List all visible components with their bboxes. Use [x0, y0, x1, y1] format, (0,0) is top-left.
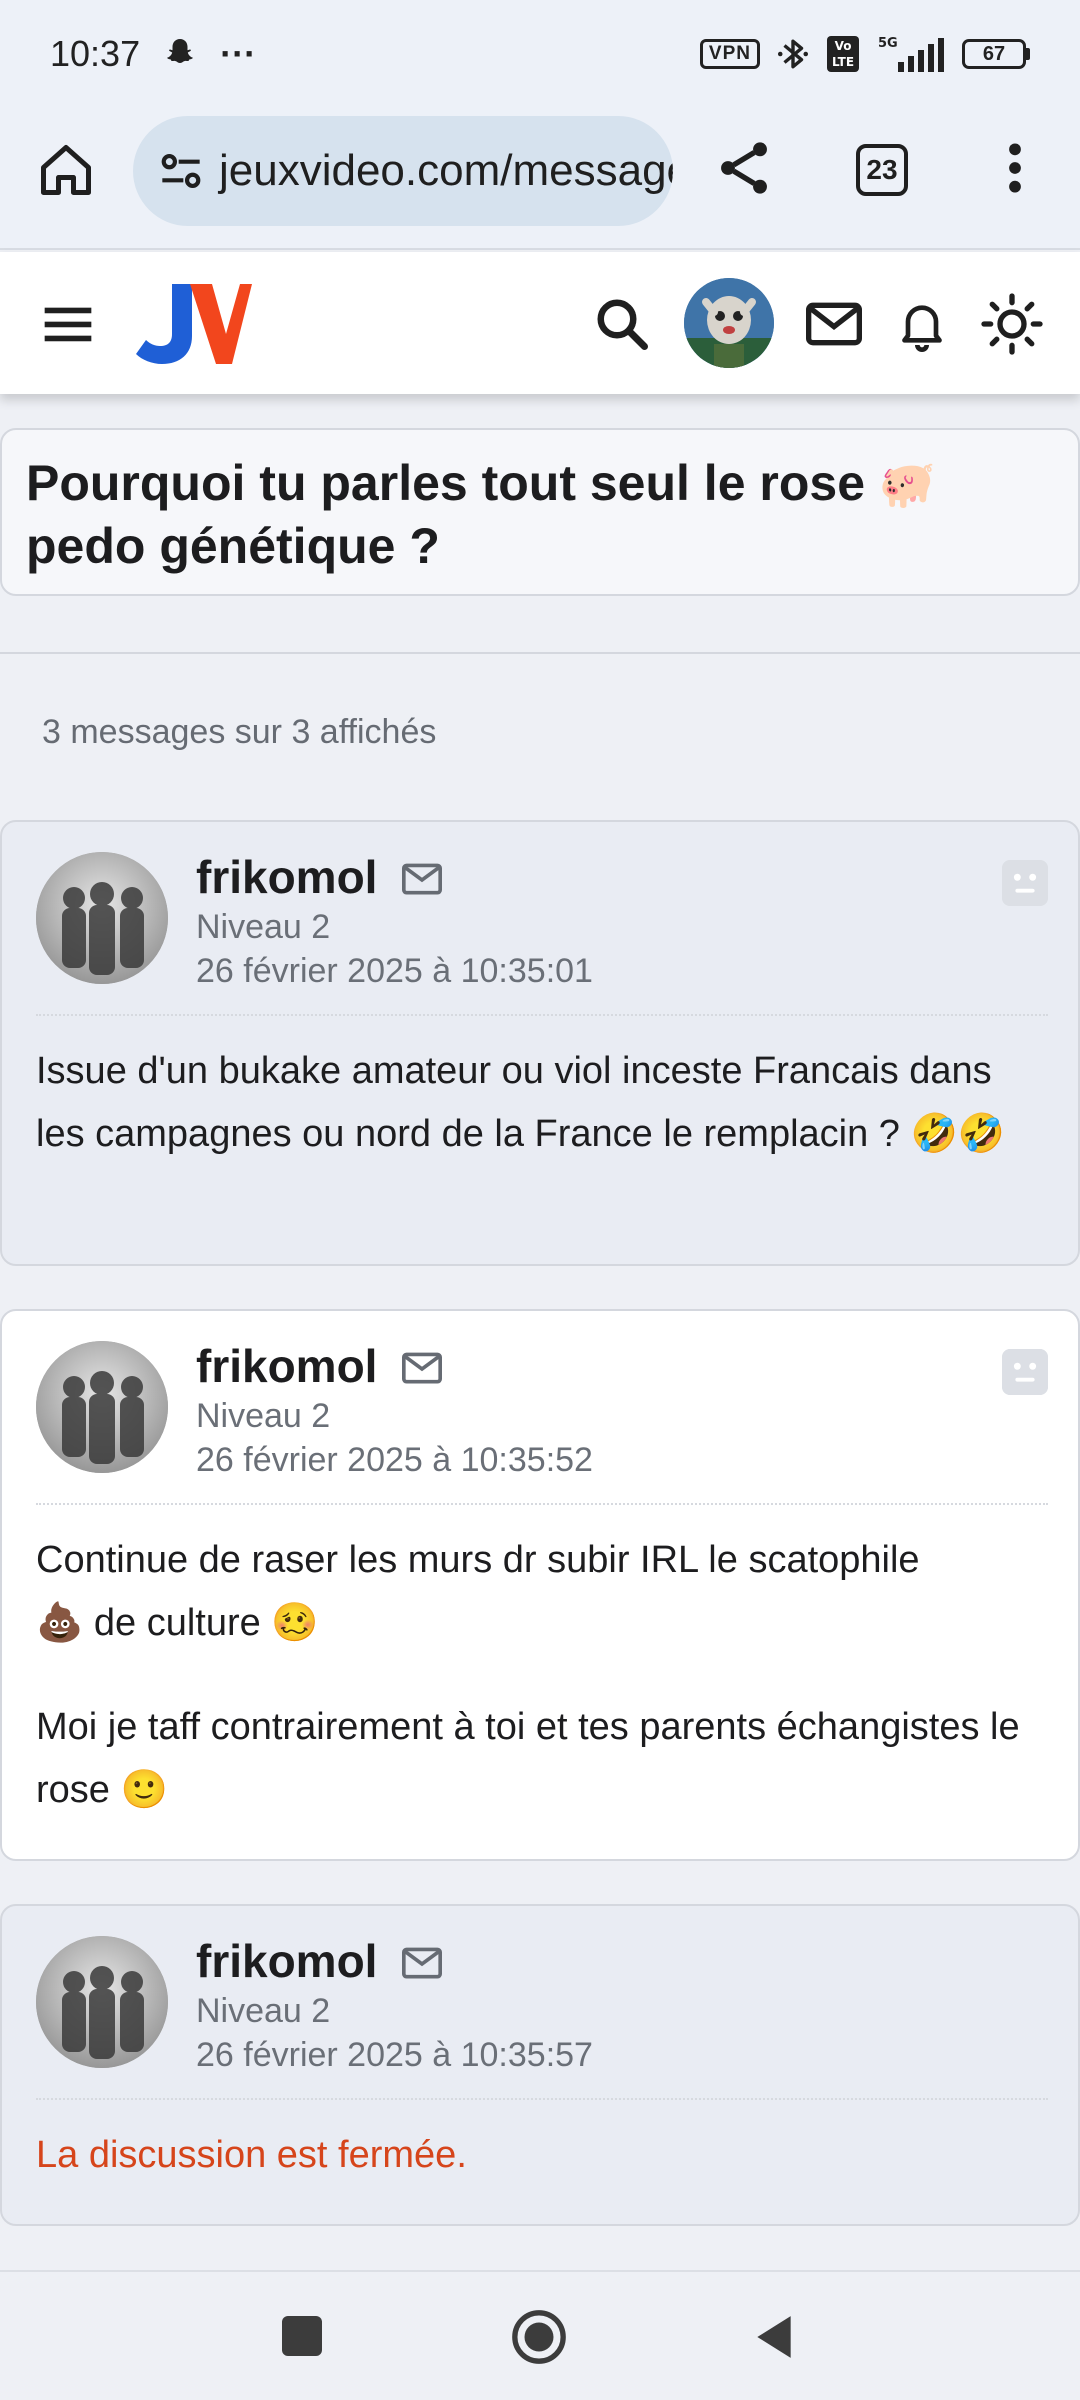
site-header — [0, 252, 1080, 394]
avatar[interactable] — [36, 852, 168, 984]
bell-icon[interactable] — [894, 292, 950, 356]
author-name[interactable]: frikomol — [196, 1339, 377, 1393]
avatar-image — [36, 852, 168, 984]
author-name[interactable]: frikomol — [196, 1934, 377, 1988]
author-level: Niveau 2 — [196, 908, 331, 946]
message-paragraph: Issue d'un bukake amateur ou viol incest… — [36, 1040, 1048, 1165]
message-text: Issue d'un bukake amateur ou viol incest… — [36, 1050, 992, 1155]
battery-tip — [1026, 48, 1030, 60]
message-paragraph: Moi je taff contrairement à toi et tes p… — [36, 1696, 1048, 1821]
message-card: frikomol Niveau 2 26 février 2025 à 10:3… — [0, 1309, 1080, 1861]
status-bar-left: 10:37 ··· — [50, 33, 256, 75]
author-name[interactable]: frikomol — [196, 850, 377, 904]
message-card: frikomol Niveau 2 26 février 2025 à 10:3… — [0, 1904, 1080, 2226]
author-level: Niveau 2 — [196, 1992, 331, 2030]
message-divider — [36, 1503, 1048, 1505]
site-info-icon[interactable] — [153, 143, 209, 199]
message-body: Continue de raser les murs dr subir IRL … — [36, 1529, 1048, 1821]
system-nav-bar — [0, 2270, 1080, 2400]
user-avatar[interactable] — [684, 278, 774, 368]
avatar[interactable] — [36, 1341, 168, 1473]
message-card: frikomol Niveau 2 26 février 2025 à 10:3… — [0, 820, 1080, 1266]
pig-emoji: 🐖 — [878, 457, 937, 511]
svg-text:Vo: Vo — [835, 39, 852, 53]
search-icon[interactable] — [592, 294, 652, 354]
rofl-emoji: 🤣🤣 — [910, 1111, 1006, 1155]
status-bar-right: VPN Vo LTE 5G 67 — [699, 34, 1030, 74]
smile-emoji: 🙂 — [120, 1767, 168, 1811]
recents-button[interactable] — [282, 2316, 322, 2356]
avatar-image — [36, 1936, 168, 2068]
woozy-emoji: 🥴 — [271, 1600, 319, 1644]
battery-icon: 67 — [962, 39, 1030, 69]
message-count: 3 messages sur 3 affichés — [42, 713, 437, 751]
tabs-icon[interactable]: 23 — [856, 144, 908, 196]
menu-icon[interactable] — [40, 296, 96, 352]
title-text: Pourquoi tu parles tout seul le rose — [26, 455, 866, 511]
message-divider — [36, 2098, 1048, 2100]
status-time: 10:37 — [50, 33, 141, 74]
message-date[interactable]: 26 février 2025 à 10:35:57 — [196, 2036, 593, 2075]
report-icon[interactable] — [1002, 1349, 1048, 1395]
sun-icon[interactable] — [980, 292, 1044, 356]
url-text[interactable]: jeuxvideo.com/messages — [219, 146, 673, 196]
poop-emoji: 💩 — [36, 1600, 84, 1644]
page-title: Pourquoi tu parles tout seul le rose 🐖 p… — [26, 452, 1054, 577]
status-more: ··· — [220, 33, 257, 74]
battery-level: 67 — [962, 39, 1026, 69]
volte-icon: Vo LTE — [827, 36, 859, 72]
back-button[interactable] — [752, 2312, 796, 2362]
message-date[interactable]: 26 février 2025 à 10:35:01 — [196, 952, 593, 991]
address-bar[interactable]: jeuxvideo.com/messages — [133, 116, 673, 226]
snapchat-icon — [167, 39, 193, 63]
status-bar: 10:37 ··· VPN Vo LTE 5G 67 — [0, 0, 1080, 108]
vpn-icon: VPN — [699, 39, 760, 69]
avatar-image — [36, 1341, 168, 1473]
message-divider — [36, 1014, 1048, 1016]
message-text: Continue de raser les murs dr subir IRL … — [36, 1539, 920, 1581]
topic-title-box: Pourquoi tu parles tout seul le rose 🐖 p… — [0, 428, 1080, 596]
author-level: Niveau 2 — [196, 1397, 331, 1435]
avatar[interactable] — [36, 1936, 168, 2068]
home-button[interactable] — [510, 2308, 568, 2366]
mail-icon[interactable] — [802, 292, 866, 356]
svg-text:5G: 5G — [878, 36, 898, 51]
report-icon[interactable] — [1002, 860, 1048, 906]
message-body: Issue d'un bukake amateur ou viol incest… — [36, 1040, 1048, 1165]
browser-toolbar: jeuxvideo.com/messages 23 — [0, 108, 1080, 250]
message-date[interactable]: 26 février 2025 à 10:35:52 — [196, 1441, 593, 1480]
message-paragraph: Continue de raser les murs dr subir IRL … — [36, 1529, 1048, 1654]
more-vert-icon[interactable] — [990, 136, 1040, 200]
share-icon[interactable] — [712, 136, 776, 200]
mail-icon[interactable] — [400, 1349, 444, 1389]
jv-logo[interactable] — [132, 278, 252, 368]
svg-text:LTE: LTE — [832, 55, 854, 69]
message-text: de culture — [93, 1602, 261, 1644]
home-icon[interactable] — [36, 140, 96, 200]
title-text-end: pedo génétique ? — [26, 518, 440, 574]
mail-icon[interactable] — [400, 860, 444, 900]
discussion-closed-notice: La discussion est fermée. — [36, 2134, 467, 2176]
bluetooth-icon — [777, 39, 809, 69]
mail-icon[interactable] — [400, 1944, 444, 1984]
avatar-image — [684, 278, 774, 368]
message-text: Moi je taff contrairement à toi et tes p… — [36, 1706, 1020, 1811]
5g-signal-icon: 5G — [878, 36, 944, 72]
divider — [0, 652, 1080, 654]
